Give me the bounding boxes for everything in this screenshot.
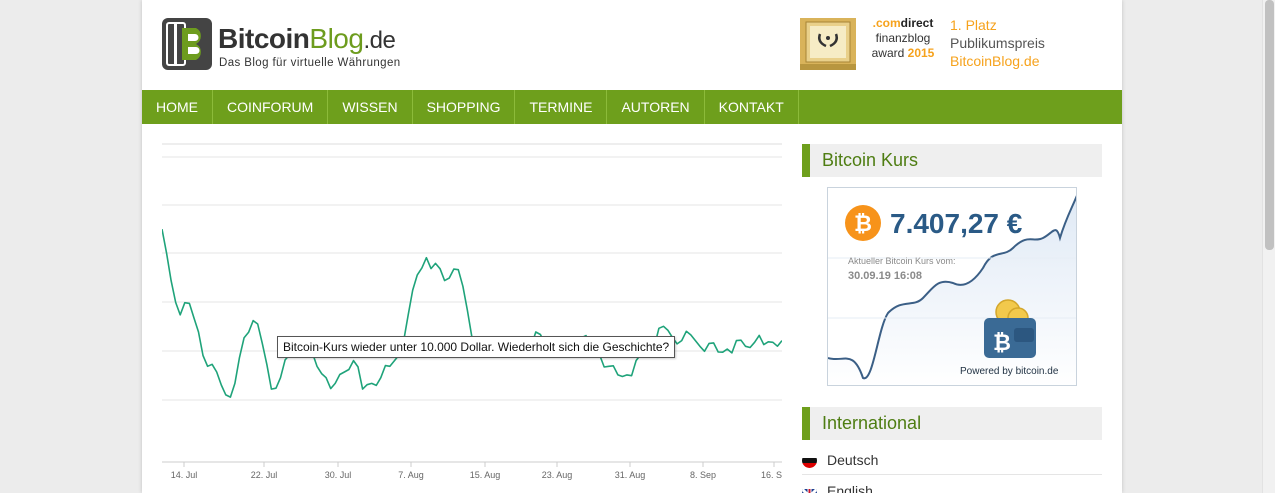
- nav-item-wissen[interactable]: WISSEN: [328, 90, 413, 124]
- bitcoin-kurs-heading: Bitcoin Kurs: [802, 144, 1102, 177]
- award-text: 1. Platz Publikumspreis BitcoinBlog.de: [950, 17, 1045, 69]
- nav-item-autoren[interactable]: AUTOREN: [607, 90, 705, 124]
- page: BitcoinBlog.de Das Blog für virtuelle Wä…: [142, 0, 1122, 493]
- x-tick-label: 30. Jul: [325, 470, 352, 480]
- nav-item-coinforum[interactable]: COINFORUM: [213, 90, 329, 124]
- x-tick-label: 15. Aug: [470, 470, 501, 480]
- price-chart-svg: 14. Jul 22. Jul 30. Jul 7. Aug 15. Aug 23. Au…: [161, 143, 787, 480]
- price-caption: Aktueller Bitcoin Kurs vom:: [848, 256, 956, 266]
- price-series-line: [161, 228, 783, 398]
- x-tick-label: 14. Jul: [171, 470, 198, 480]
- site-logo[interactable]: BitcoinBlog.de Das Blog für virtuelle Wä…: [162, 18, 462, 74]
- wallet-icon: ₿: [984, 299, 1036, 358]
- germany-flag-icon: [802, 453, 817, 468]
- svg-text:₿: ₿: [854, 212, 872, 237]
- scrollbar-thumb[interactable]: [1265, 0, 1274, 250]
- nav-item-shopping[interactable]: SHOPPING: [413, 90, 516, 124]
- price-timestamp: 30.09.19 16:08: [848, 270, 923, 282]
- award-brand-award: award: [871, 46, 908, 60]
- main-nav: HOME COINFORUM WISSEN SHOPPING TERMINE AUTORE…: [142, 90, 1122, 124]
- language-english[interactable]: English: [802, 476, 1102, 493]
- site-title: BitcoinBlog.de: [218, 23, 396, 54]
- international-heading: International: [802, 407, 1102, 440]
- svg-text:₿: ₿: [993, 331, 1011, 356]
- site-tagline: Das Blog für virtuelle Währungen: [219, 57, 401, 69]
- nav-item-home[interactable]: HOME: [142, 90, 213, 124]
- x-tick-label: 7. Aug: [398, 470, 424, 480]
- award-banner[interactable]: .comdirect finanzblog award 2015 1. Plat…: [800, 16, 1100, 76]
- x-tick-label: 16. Se: [761, 470, 782, 480]
- chart-tooltip: Bitcoin-Kurs wieder unter 10.000 Dollar.…: [277, 336, 676, 358]
- nav-item-kontakt[interactable]: KONTAKT: [705, 90, 799, 124]
- language-label: Deutsch: [827, 452, 879, 468]
- bitcoin-price: 7.407,27 €: [890, 208, 1023, 239]
- price-chart[interactable]: 14. Jul 22. Jul 30. Jul 7. Aug 15. Aug 23. Au…: [161, 132, 787, 493]
- x-tick-label: 31. Aug: [615, 470, 646, 480]
- x-tick-label: 23. Aug: [542, 470, 573, 480]
- bitcoin-price-widget[interactable]: ₿ 7.407,27 € Aktueller Bitcoin Kurs vom:…: [827, 187, 1077, 386]
- language-label: English: [827, 483, 873, 493]
- x-tick-label: 22. Jul: [251, 470, 278, 480]
- language-deutsch[interactable]: Deutsch: [802, 445, 1102, 475]
- nav-item-termine[interactable]: TERMINE: [515, 90, 608, 124]
- bitcoinblog-logo-icon: [162, 18, 212, 70]
- uk-flag-icon: [802, 484, 817, 493]
- powered-by-link[interactable]: Powered by bitcoin.de: [960, 366, 1058, 377]
- award-trophy-icon: [800, 18, 856, 70]
- bitcoin-coin-icon: ₿: [845, 205, 881, 241]
- scrollbar[interactable]: [1262, 0, 1275, 493]
- award-brand: .comdirect finanzblog award 2015: [871, 16, 935, 60]
- x-tick-label: 8. Sep: [690, 470, 716, 480]
